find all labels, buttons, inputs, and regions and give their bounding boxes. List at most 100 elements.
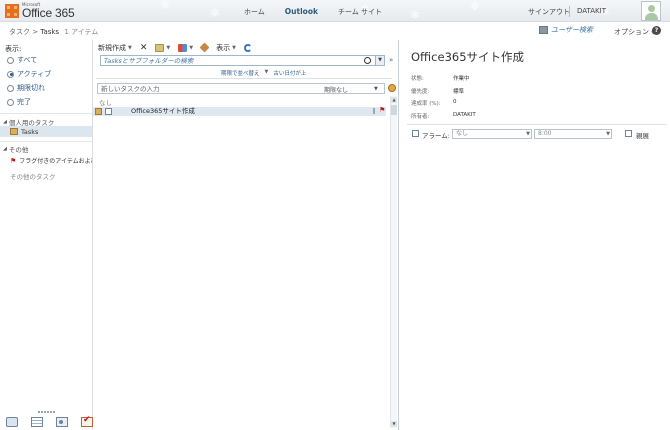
move-button[interactable]: ▼ <box>155 43 171 52</box>
detail-divider <box>407 124 667 125</box>
chevron-down-icon: ▼ <box>128 44 132 51</box>
move-folder-icon <box>155 43 165 52</box>
nav-outlook[interactable]: Outlook <box>285 7 318 17</box>
new-label: 新規作成 <box>98 43 126 52</box>
task-subject: Office365サイト作成 <box>131 107 195 115</box>
other-group[interactable]: ◢ その他 <box>3 144 28 154</box>
office-logo-icon <box>5 3 20 19</box>
user-avatar[interactable] <box>641 1 661 21</box>
flag-icon: ⚑ <box>10 156 17 165</box>
top-header: ❄ ❄ ❄ ❄ ❄ ❄ Microsoft Office 365 ホーム Out… <box>0 0 670 22</box>
mail-icon[interactable] <box>6 417 18 427</box>
scroll-thumb[interactable] <box>391 105 397 115</box>
radio-icon <box>7 56 14 64</box>
avatar-head-icon <box>648 5 655 12</box>
toolbar: 新規作成 ▼ ✕ ▼ ▼ 表示 ▼ <box>98 42 252 53</box>
show-label: 表示: <box>5 45 22 53</box>
contacts-icon[interactable] <box>56 417 68 427</box>
new-task-bar: 期限なし ▼ <box>97 83 385 94</box>
task-type-icon <box>95 108 102 115</box>
header-divider <box>569 6 570 17</box>
refresh-button[interactable] <box>243 43 252 52</box>
field-label-priority: 優先度: <box>411 89 430 95</box>
snowflake-decoration: ❄ <box>210 6 221 20</box>
signout-link[interactable]: サインアウト <box>528 7 570 17</box>
options-menu[interactable]: オプション ▼ <box>614 27 655 37</box>
alarm-time-select[interactable]: 8:00 ▼ <box>534 129 612 139</box>
tasks-icon[interactable] <box>81 415 93 427</box>
table-row[interactable]: Office365サイト作成 ⚑ <box>93 106 386 116</box>
private-label: 親展 <box>636 132 649 140</box>
search-icon[interactable] <box>364 57 371 64</box>
alarm-date-select[interactable]: なし ▼ <box>452 129 532 139</box>
view-button[interactable]: 表示 ▼ <box>216 43 236 53</box>
resize-grip[interactable] <box>38 411 55 413</box>
scroll-down-icon[interactable]: ▼ <box>391 421 397 427</box>
radio-icon <box>7 84 14 92</box>
help-icon[interactable]: ? <box>652 26 661 35</box>
chevron-down-icon[interactable]: ▼ <box>374 86 378 92</box>
logo-office365-text: Office 365 <box>22 6 75 20</box>
search-box: ▼ <box>100 55 385 66</box>
collapse-triangle-icon: ◢ <box>3 146 7 152</box>
task-title: Office365サイト作成 <box>411 50 525 64</box>
chevron-down-icon: ▼ <box>166 44 171 51</box>
sort-direction[interactable]: 古い日付が上 <box>273 69 306 77</box>
sort-by-due-date[interactable]: 期限で並べ替え <box>221 69 260 77</box>
filter-all[interactable]: すべて <box>7 55 37 65</box>
field-label-owner: 所有者: <box>411 114 430 120</box>
alarm-date-value: なし <box>456 130 469 137</box>
add-task-icon[interactable] <box>388 84 396 92</box>
folder-tasks[interactable]: Tasks <box>0 126 92 137</box>
other-tasks-link[interactable]: その他のタスク <box>10 171 56 181</box>
new-task-input[interactable] <box>98 84 298 93</box>
categorize-button[interactable]: ▼ <box>178 43 194 52</box>
flag-icon[interactable]: ⚑ <box>379 106 385 114</box>
new-button[interactable]: 新規作成 ▼ <box>98 43 132 53</box>
office365-logo[interactable]: Microsoft Office 365 <box>5 3 75 20</box>
folder-label: フラグ付きのアイテムおよびタスク <box>19 158 92 165</box>
chevron-down-icon[interactable]: ▼ <box>265 69 269 77</box>
address-book-icon <box>539 26 548 34</box>
folder-flagged-items[interactable]: ⚑ フラグ付きのアイテムおよびタスク <box>10 156 92 166</box>
search-options-dropdown[interactable]: ▼ <box>375 56 384 65</box>
due-date-selector[interactable]: 期限なし <box>324 85 348 94</box>
alarm-time-value: 8:00 <box>538 130 552 137</box>
list-scrollbar[interactable]: ▲ ▼ <box>390 96 397 428</box>
category-marker <box>373 108 375 114</box>
filter-overdue[interactable]: 期限切れ <box>7 83 45 93</box>
task-detail-pane: Office365サイト作成 状態: 作業中 優先度: 標準 達成率 (%): … <box>400 40 670 430</box>
options-label: オプション <box>614 28 649 36</box>
radio-icon <box>7 98 14 106</box>
left-navigation: 表示: すべて アクティブ 期限切れ 完了 ◢ 個人用のタスク Tasks ◢ … <box>0 40 93 430</box>
top-navigation: ホーム Outlook チーム サイト <box>244 7 382 17</box>
chevron-down-icon: ▼ <box>189 44 194 51</box>
tag-button[interactable] <box>199 42 210 53</box>
expand-search-icon[interactable]: » <box>389 56 393 64</box>
field-label-percent: 達成率 (%): <box>411 101 441 107</box>
filter-label: 期限切れ <box>17 84 45 92</box>
tag-icon <box>199 42 210 53</box>
avatar-body-icon <box>645 13 658 20</box>
alarm-checkbox[interactable] <box>412 130 419 137</box>
nav-home[interactable]: ホーム <box>244 7 265 17</box>
user-search[interactable]: ユーザー検索 <box>539 25 593 35</box>
collapse-triangle-icon: ◢ <box>3 119 7 125</box>
username: DATAKIT <box>577 7 606 15</box>
divider <box>96 78 392 79</box>
scroll-up-icon[interactable]: ▲ <box>391 97 397 103</box>
snowflake-decoration: ❄ <box>470 0 481 13</box>
delete-button[interactable]: ✕ <box>140 43 148 53</box>
complete-checkbox[interactable] <box>105 108 112 115</box>
filter-active[interactable]: アクティブ <box>7 69 51 79</box>
folder-label: Tasks <box>21 127 39 136</box>
private-checkbox[interactable] <box>625 130 632 137</box>
field-value-priority: 標準 <box>453 89 465 95</box>
calendar-icon[interactable] <box>31 417 43 427</box>
nav-team-site[interactable]: チーム サイト <box>338 7 382 17</box>
filter-completed[interactable]: 完了 <box>7 97 31 107</box>
search-input[interactable] <box>101 56 361 65</box>
alarm-label: アラーム: <box>422 132 450 140</box>
breadcrumb-root[interactable]: タスク <box>9 28 30 36</box>
field-label-status: 状態: <box>411 76 424 82</box>
